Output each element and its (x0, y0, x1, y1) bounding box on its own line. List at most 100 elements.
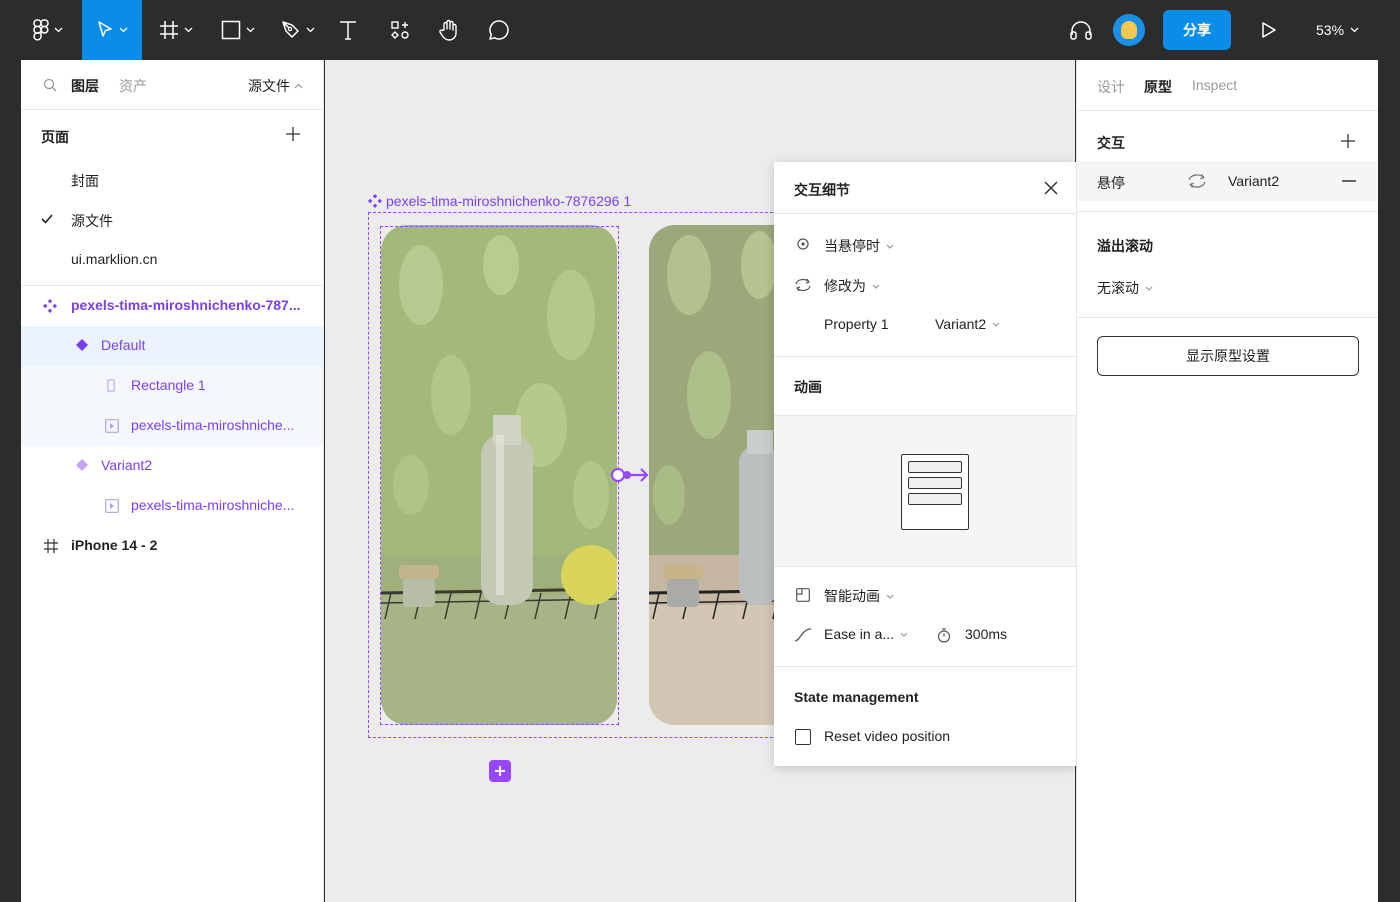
reset-video-checkbox[interactable] (795, 729, 811, 745)
plus-icon (495, 766, 505, 776)
hand-icon (439, 19, 457, 41)
action-value: 修改为 (824, 276, 880, 296)
tab-design[interactable]: 设计 (1097, 77, 1125, 97)
cursor-arrow-icon (98, 21, 112, 37)
present-button[interactable] (1254, 0, 1284, 60)
animation-type-value: 智能动画 (824, 586, 894, 606)
trigger-label: 当悬停时 (824, 238, 880, 254)
pages-title: 页面 (41, 129, 69, 145)
chevron-down-icon (872, 284, 880, 289)
page-dropdown[interactable]: 源文件 (248, 76, 303, 96)
figma-menu-button[interactable] (22, 0, 74, 60)
chevron-down-icon (54, 27, 63, 33)
timer-icon (937, 628, 951, 643)
preview-bar (908, 461, 962, 473)
chevron-up-icon (294, 83, 303, 89)
easing-label: Ease in a... (824, 626, 895, 642)
overflow-value: 无滚动 (1097, 278, 1153, 298)
page-item-marklion[interactable]: ui.marklion.cn (21, 240, 323, 280)
layer-image[interactable]: pexels-tima-miroshniche... (21, 486, 323, 526)
page-item-source[interactable]: 源文件 (21, 200, 323, 240)
share-button[interactable]: 分享 (1163, 10, 1231, 50)
move-tool-button[interactable] (82, 0, 142, 60)
property-value-dropdown[interactable]: Variant2 (935, 316, 1000, 332)
layer-rectangle[interactable]: Rectangle 1 (21, 366, 323, 406)
prototype-connection-arrow[interactable] (611, 466, 651, 484)
popover-title: 交互细节 (794, 182, 850, 198)
interaction-item[interactable]: 悬停 Variant2 (1077, 161, 1378, 201)
close-icon[interactable] (1043, 180, 1059, 196)
hand-tool-button[interactable] (433, 0, 465, 60)
animation-type-dropdown[interactable]: 智能动画 (774, 575, 1076, 615)
layer-variant2[interactable]: Variant2 (21, 446, 323, 486)
resources-tool-button[interactable] (384, 0, 416, 60)
tab-prototype[interactable]: 原型 (1144, 77, 1172, 97)
user-avatar[interactable] (1113, 14, 1145, 46)
layer-component-set[interactable]: pexels-tima-miroshnichenko-787... (21, 286, 323, 326)
add-variant-button[interactable] (489, 760, 511, 782)
toolbar: 分享 53% (0, 0, 1400, 60)
chevron-down-icon (119, 27, 128, 33)
component-diamond-icon (76, 339, 88, 351)
action-dropdown[interactable]: 修改为 (774, 265, 1076, 305)
trigger-dropdown[interactable]: 当悬停时 (774, 225, 1076, 265)
chevron-down-icon (886, 244, 894, 249)
comment-tool-button[interactable] (483, 0, 515, 60)
layer-image[interactable]: pexels-tima-miroshniche... (21, 406, 323, 446)
headphones-icon (1070, 21, 1092, 40)
trigger-value: 当悬停时 (824, 236, 894, 256)
property-row: Property 1 Variant2 (774, 305, 1076, 345)
pen-tool-button[interactable] (272, 0, 324, 60)
avatar-face-icon (1121, 21, 1137, 39)
animation-header: 动画 (774, 357, 1076, 415)
hover-trigger-icon (797, 238, 809, 250)
tab-inspect[interactable]: Inspect (1192, 77, 1237, 93)
animation-preview-card (901, 454, 969, 530)
shape-tool-button[interactable] (212, 0, 264, 60)
overflow-dropdown[interactable]: 无滚动 (1077, 264, 1378, 312)
layer-frame[interactable]: iPhone 14 - 2 (21, 526, 323, 566)
audio-button[interactable] (1064, 0, 1098, 60)
zoom-value: 53% (1316, 22, 1345, 38)
video-layer-icon (105, 499, 119, 513)
component-set-label[interactable]: pexels-tima-miroshnichenko-7876296 1 (368, 193, 631, 209)
layer-label: pexels-tima-miroshnichenko-787... (71, 297, 301, 313)
easing-dropdown[interactable]: Ease in a... (824, 626, 908, 642)
page-item-label: 封面 (71, 173, 99, 189)
page-item-label: ui.marklion.cn (71, 251, 158, 267)
divider (1077, 317, 1378, 318)
add-page-icon[interactable] (285, 126, 301, 142)
overflow-label: 无滚动 (1097, 280, 1139, 296)
tab-assets[interactable]: 资产 (119, 76, 147, 96)
animation-preview (774, 415, 1076, 567)
smart-animate-icon (796, 588, 810, 602)
properties-tabs: 设计 原型 Inspect (1077, 60, 1378, 111)
layers-panel: 图层 资产 源文件 页面 封面 源文件 ui.marklion.cn pexel… (21, 60, 324, 902)
component-diamond-icon (76, 459, 88, 471)
window-edge (1378, 60, 1400, 902)
tab-layers[interactable]: 图层 (71, 76, 99, 96)
frame-tool-button[interactable] (150, 0, 202, 60)
layer-label: pexels-tima-miroshniche... (131, 417, 295, 433)
state-management-title: State management (794, 689, 919, 705)
component-set-name: pexels-tima-miroshnichenko-7876296 1 (386, 193, 632, 209)
page-dropdown-label: 源文件 (248, 78, 290, 94)
add-interaction-icon[interactable] (1340, 133, 1356, 149)
text-tool-button[interactable] (332, 0, 364, 60)
layer-label: Default (101, 337, 146, 353)
duration-input[interactable]: 300ms (965, 626, 1007, 642)
easing-row: Ease in a... 300ms (774, 615, 1076, 655)
preview-bar (908, 477, 962, 489)
zoom-dropdown[interactable]: 53% (1316, 0, 1359, 60)
show-prototype-settings-button[interactable]: 显示原型设置 (1097, 336, 1359, 376)
search-icon[interactable] (43, 78, 57, 92)
remove-interaction-icon[interactable] (1342, 180, 1356, 182)
play-icon (1262, 22, 1276, 38)
resources-grid-icon (391, 21, 409, 39)
layer-default-variant[interactable]: Default (21, 326, 323, 366)
property-name: Property 1 (824, 316, 889, 332)
interaction-trigger: 悬停 (1097, 175, 1125, 191)
reset-video-option[interactable]: Reset video position (774, 717, 1076, 757)
chevron-down-icon (900, 632, 908, 637)
page-item-cover[interactable]: 封面 (21, 160, 323, 200)
